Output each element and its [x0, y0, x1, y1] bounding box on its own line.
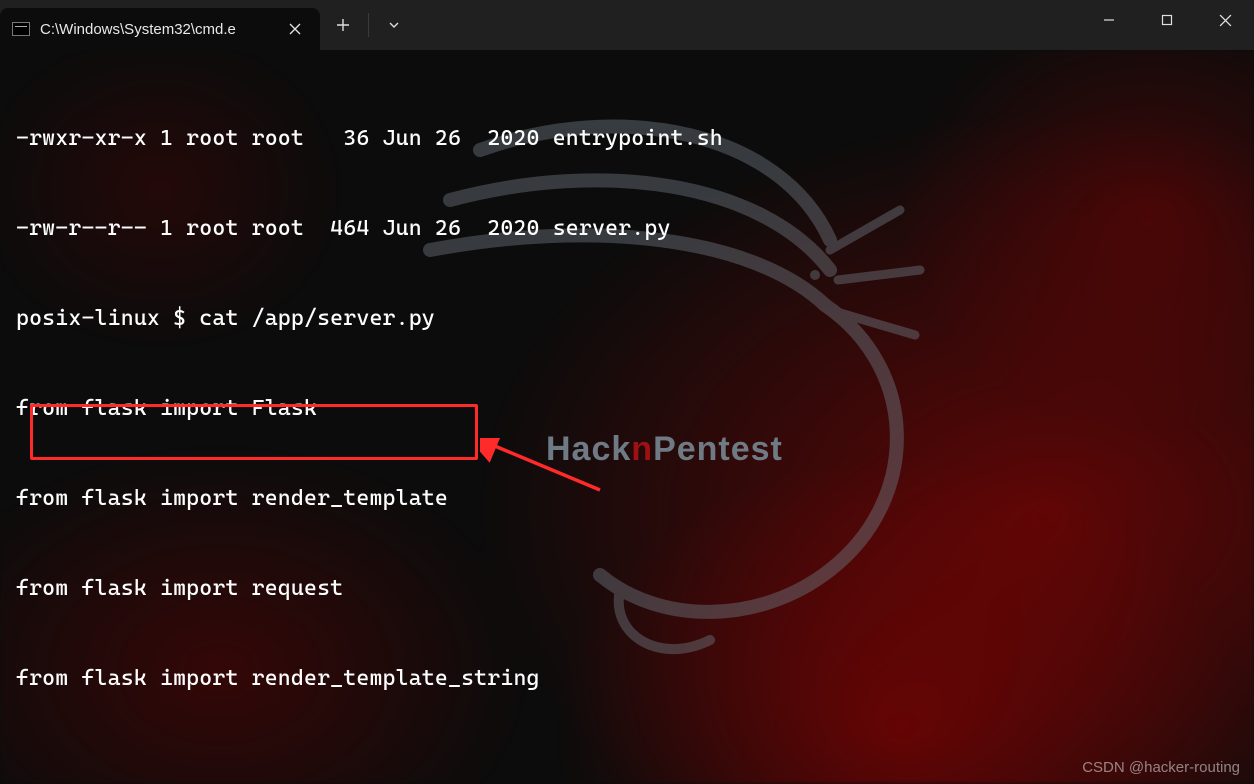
term-line: -rwxr-xr-x 1 root root 36 Jun 26 2020 en…	[16, 124, 1238, 154]
term-line: from flask import Flask	[16, 394, 1238, 424]
terminal-viewport[interactable]: HacknPentest -rwxr-xr-x 1 root root 36 J…	[0, 50, 1254, 784]
term-line: from flask import render_template	[16, 484, 1238, 514]
close-icon	[289, 23, 301, 35]
new-tab-button[interactable]	[320, 0, 366, 50]
tab-close-button[interactable]	[284, 18, 306, 40]
tab-title: C:\Windows\System32\cmd.e	[40, 21, 274, 38]
tab-actions	[320, 0, 417, 50]
cmd-icon	[12, 22, 30, 36]
watermark-text: CSDN @hacker-routing	[1082, 759, 1240, 776]
minimize-icon	[1103, 14, 1115, 26]
term-line: from flask import render_template_string	[16, 664, 1238, 694]
window-controls	[1080, 0, 1254, 50]
tab-separator	[368, 13, 369, 37]
window-titlebar: C:\Windows\System32\cmd.e	[0, 0, 1254, 50]
term-line: from flask import request	[16, 574, 1238, 604]
window-maximize-button[interactable]	[1138, 0, 1196, 40]
close-icon	[1219, 14, 1232, 27]
window-close-button[interactable]	[1196, 0, 1254, 40]
term-line: posix-linux $ cat /app/server.py	[16, 304, 1238, 334]
window-minimize-button[interactable]	[1080, 0, 1138, 40]
plus-icon	[336, 18, 350, 32]
term-line: -rw-r--r-- 1 root root 464 Jun 26 2020 s…	[16, 214, 1238, 244]
chevron-down-icon	[387, 18, 401, 32]
tab-dropdown-button[interactable]	[371, 0, 417, 50]
terminal-output: -rwxr-xr-x 1 root root 36 Jun 26 2020 en…	[0, 50, 1254, 784]
maximize-icon	[1161, 14, 1173, 26]
terminal-tab[interactable]: C:\Windows\System32\cmd.e	[0, 8, 320, 50]
